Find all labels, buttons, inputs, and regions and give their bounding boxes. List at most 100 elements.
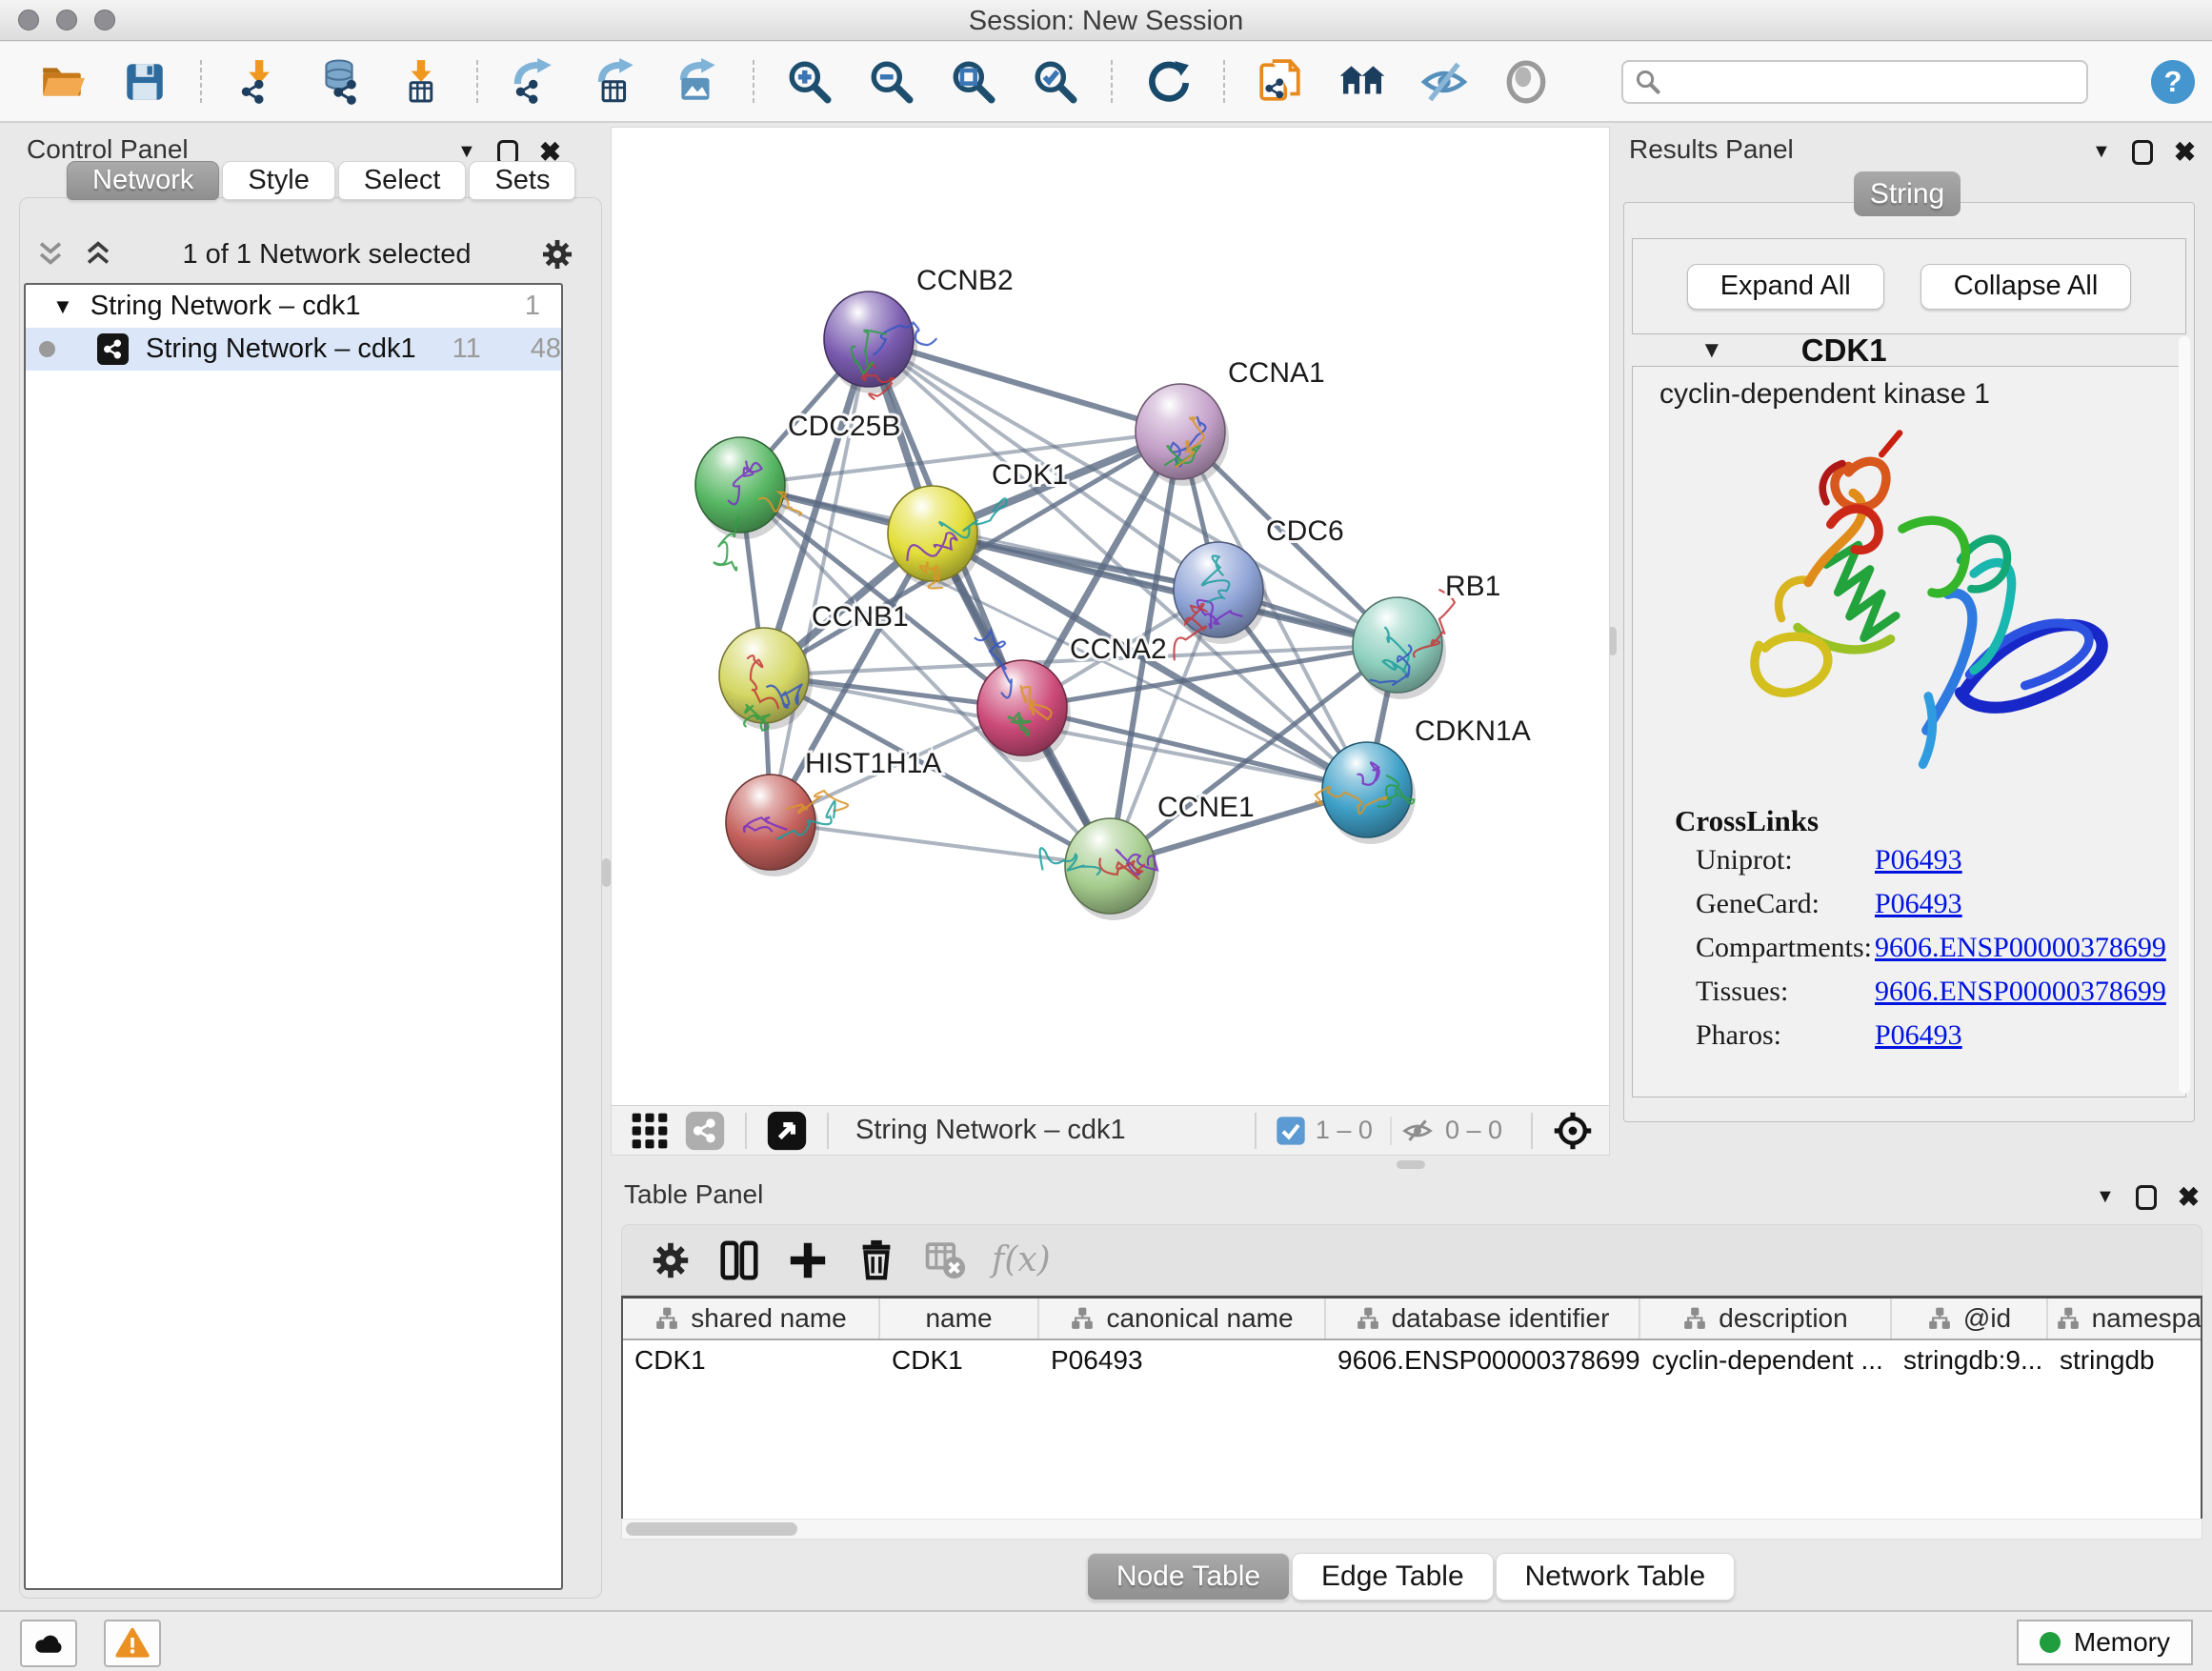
crosslink-link[interactable]: 9606.ENSP00000378699 [1875, 932, 2166, 964]
table-horizontal-scrollbar[interactable] [621, 1519, 2202, 1540]
zoom-in-button[interactable] [783, 55, 836, 109]
search-input[interactable] [1661, 66, 2061, 97]
zoom-out-button[interactable] [865, 55, 918, 109]
network-node-label: CCNE1 [1157, 792, 1255, 823]
import-table-button[interactable] [394, 55, 448, 109]
panel-menu-icon[interactable]: ▼ [457, 141, 476, 163]
network-share-view-icon[interactable] [684, 1110, 726, 1152]
show-columns-icon[interactable] [717, 1238, 761, 1282]
network-node-CCNB2[interactable]: CCNB2 [824, 265, 1014, 399]
tab-network-table[interactable]: Network Table [1496, 1553, 1736, 1601]
open-session-button[interactable] [36, 55, 90, 109]
column-header-namespace[interactable]: namespace [2048, 1299, 2202, 1339]
table-cell[interactable]: P06493 [1039, 1345, 1326, 1376]
network-options-gear-icon[interactable] [539, 236, 575, 272]
tab-node-table[interactable]: Node Table [1087, 1553, 1290, 1601]
bottom-splitter-handle[interactable] [1397, 1160, 1425, 1169]
string-network-icon [97, 333, 129, 365]
table-cell[interactable]: CDK1 [623, 1345, 880, 1376]
panel-menu-icon[interactable]: ▼ [2096, 1186, 2115, 1208]
tree-expander-icon[interactable]: ▼ [52, 294, 73, 319]
column-header-database-identifier[interactable]: database identifier [1326, 1299, 1640, 1339]
results-scrollbar[interactable] [2179, 336, 2190, 1094]
fit-selected-crosshair-icon[interactable] [1552, 1110, 1594, 1152]
tab-select[interactable]: Select [338, 161, 467, 200]
tab-network[interactable]: Network [67, 161, 219, 200]
export-network-button[interactable] [507, 55, 560, 109]
panel-float-icon[interactable] [2132, 140, 2153, 165]
tab-sets[interactable]: Sets [469, 161, 575, 200]
network-collection-row[interactable]: ▼ String Network – cdk1 1 [26, 285, 561, 328]
cloud-status-button[interactable] [20, 1620, 77, 1667]
zoom-selected-icon [1032, 58, 1079, 106]
delete-column-icon[interactable] [855, 1238, 898, 1282]
apply-layout-button[interactable] [1141, 55, 1195, 109]
table-cell[interactable]: CDK1 [880, 1345, 1039, 1376]
function-builder-icon[interactable]: f(x) [992, 1240, 1051, 1279]
scrollbar-handle[interactable] [626, 1522, 797, 1536]
network-edge[interactable] [771, 822, 1110, 866]
grid-view-icon[interactable] [629, 1110, 671, 1152]
panel-close-icon[interactable]: ✖ [2178, 1181, 2200, 1213]
panel-menu-icon[interactable]: ▼ [2092, 141, 2111, 163]
toolbar-separator [476, 60, 478, 104]
hide-unhide-button[interactable] [1418, 55, 1471, 109]
column-header-shared-name[interactable]: shared name [623, 1299, 880, 1339]
zoom-selected-button[interactable] [1029, 55, 1082, 109]
string-network-graph[interactable]: CCNB2CCNA1CDC25BCDK1CDC6RB1CCNB1CCNA2CDK… [612, 128, 1609, 1105]
memory-button[interactable]: Memory [2017, 1620, 2193, 1665]
delete-table-icon[interactable] [923, 1238, 967, 1282]
panel-float-icon[interactable] [2136, 1185, 2157, 1210]
left-splitter-handle[interactable] [602, 858, 611, 887]
network-node-CDKN1A[interactable]: CDKN1A [1316, 715, 1531, 844]
selected-nodes-checkbox-icon[interactable] [1276, 1116, 1306, 1146]
hidden-elements-eye-icon[interactable] [1399, 1115, 1436, 1147]
table-options-gear-icon[interactable] [649, 1238, 693, 1282]
column-header--id[interactable]: @id [1892, 1299, 2048, 1339]
save-session-button[interactable] [118, 55, 171, 109]
network-selection-summary: 1 of 1 Network selected [114, 239, 539, 271]
network-row[interactable]: String Network – cdk1 11 48 [26, 328, 561, 371]
collapse-all-button[interactable]: Collapse All [1920, 264, 2132, 310]
network-node-CCNB1[interactable]: CCNB1 [719, 601, 909, 731]
network-from-document-button[interactable] [1254, 55, 1307, 109]
column-header-canonical-name[interactable]: canonical name [1039, 1299, 1326, 1339]
table-cell[interactable]: stringdb [2048, 1345, 2202, 1376]
export-image-button[interactable] [671, 55, 724, 109]
network-canvas[interactable]: CCNB2CCNA1CDC25BCDK1CDC6RB1CCNB1CCNA2CDK… [611, 127, 1610, 1156]
column-header-name[interactable]: name [880, 1299, 1039, 1339]
table-cell[interactable]: stringdb:9... [1892, 1345, 2048, 1376]
crosslink-link[interactable]: P06493 [1875, 1019, 1962, 1052]
zoom-fit-button[interactable] [947, 55, 1000, 109]
export-table-button[interactable] [589, 55, 642, 109]
table-cell[interactable]: cyclin-dependent ... [1640, 1345, 1892, 1376]
expand-all-button[interactable]: Expand All [1687, 264, 1884, 310]
expand-all-networks-icon[interactable] [34, 240, 67, 269]
crosslink-link[interactable]: P06493 [1875, 844, 1962, 876]
table-cell[interactable]: 9606.ENSP00000378699 [1326, 1345, 1640, 1376]
search-field[interactable] [1621, 60, 2088, 104]
collapse-all-networks-icon[interactable] [82, 240, 114, 269]
show-graphics-button[interactable] [1499, 55, 1553, 109]
tab-string-results[interactable]: String [1854, 171, 1961, 216]
help-button[interactable]: ? [2151, 60, 2195, 104]
network-node-HIST1H1A[interactable]: HIST1H1A [726, 748, 941, 876]
crosslink-link[interactable]: P06493 [1875, 888, 1962, 920]
network-node-CCNA1[interactable]: CCNA1 [1136, 357, 1325, 486]
birds-eye-view-icon[interactable] [766, 1110, 808, 1152]
tab-style[interactable]: Style [222, 161, 334, 200]
column-header-description[interactable]: description [1640, 1299, 1892, 1339]
import-network-database-button[interactable] [312, 55, 366, 109]
home-networks-button[interactable] [1336, 55, 1389, 109]
tab-edge-table[interactable]: Edge Table [1292, 1553, 1494, 1601]
section-expander-icon[interactable]: ▼ [1700, 337, 1723, 364]
import-network-file-button[interactable] [231, 55, 284, 109]
panel-close-icon[interactable]: ✖ [2174, 136, 2196, 168]
table-row[interactable]: CDK1CDK1P064939606.ENSP00000378699cyclin… [623, 1340, 2201, 1380]
gene-section-header[interactable]: ▼ CDK1 [1632, 334, 2186, 366]
warnings-button[interactable] [104, 1620, 161, 1667]
network-node-RB1[interactable]: RB1 [1353, 571, 1500, 699]
crosslink-link[interactable]: 9606.ENSP00000378699 [1875, 976, 2166, 1008]
network-node-CCNE1[interactable]: CCNE1 [1040, 792, 1255, 920]
create-column-icon[interactable] [786, 1238, 830, 1282]
